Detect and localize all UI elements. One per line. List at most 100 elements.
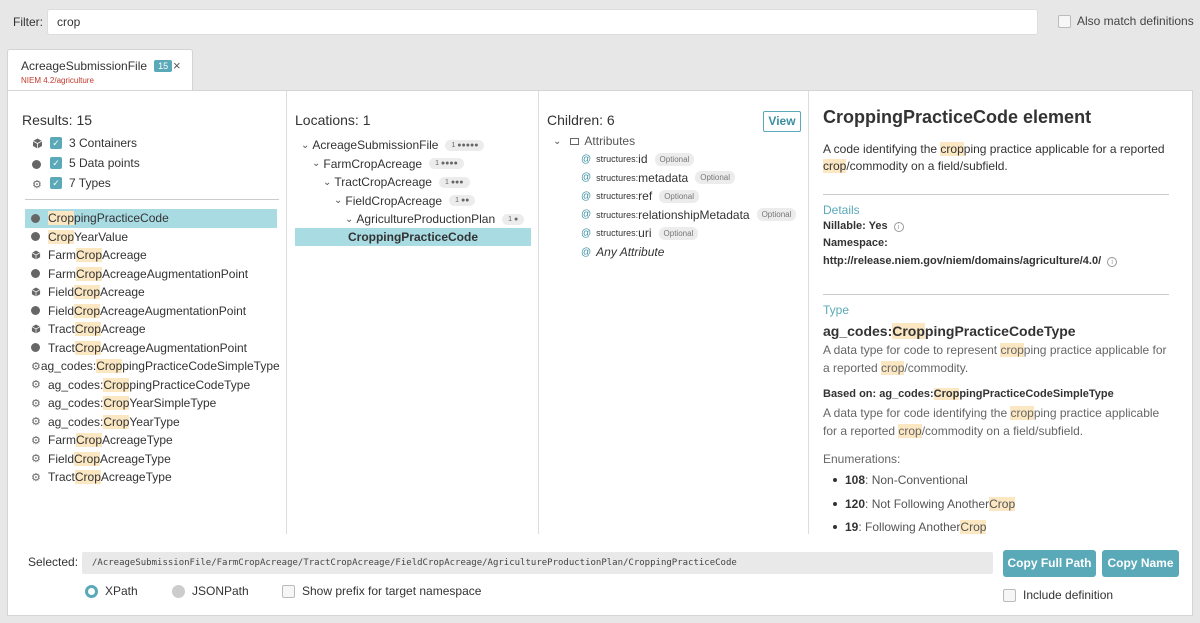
attributes-label: Attributes <box>584 134 636 148</box>
result-suffix: YearSimpleType <box>129 396 217 411</box>
result-item[interactable]: ⚙ ag_codes: Crop pingPracticeCodeType <box>25 376 277 395</box>
summary-types[interactable]: ⚙ ✓ 7 Types <box>32 176 111 191</box>
attribute-prefix: structures: <box>596 209 639 220</box>
attribute-icon: @ <box>581 190 592 202</box>
location-item[interactable]: ⌄ TractCropAcreage 1 ●●● <box>323 173 470 191</box>
gear-icon: ⚙ <box>31 434 41 447</box>
chevron-down-icon[interactable]: ⌄ <box>312 158 320 169</box>
result-suffix: YearValue <box>74 229 129 244</box>
radio-unselected[interactable] <box>172 584 185 598</box>
result-prefix: Tract <box>48 340 75 355</box>
attribute-item[interactable]: @ structures: ref Optional <box>581 187 699 205</box>
result-match: Crop <box>74 322 101 337</box>
filter-bar: Filter: Also match definitions <box>0 0 1200 44</box>
result-match: Crop <box>74 470 101 485</box>
chevron-down-icon[interactable]: ⌄ <box>301 140 309 151</box>
info-icon[interactable]: i <box>1107 257 1118 267</box>
result-suffix: Acreage <box>100 285 145 300</box>
also-match-definitions[interactable]: Also match definitions <box>1058 14 1194 28</box>
jsonpath-radio[interactable]: JSONPath <box>172 584 249 598</box>
attribute-name: uri <box>638 226 652 240</box>
attribute-item[interactable]: @ structures: id Optional <box>581 150 695 168</box>
attribute-icon: @ <box>581 246 592 258</box>
children-title: Children: 6 <box>547 112 615 128</box>
divider <box>823 194 1169 195</box>
show-prefix-checkbox[interactable] <box>282 584 295 598</box>
any-attribute[interactable]: @ Any Attribute <box>581 243 664 261</box>
location-count: 1 ● <box>502 213 525 225</box>
result-item[interactable]: ⚙ ag_codes: Crop YearType <box>25 413 277 432</box>
tab-acreage-submission-file[interactable]: AcreageSubmissionFile 15 NIEM 4.2/agricu… <box>7 49 193 91</box>
attribute-name: metadata <box>638 170 689 185</box>
result-item[interactable]: Tract Crop AcreageAugmentationPoint <box>25 339 277 358</box>
result-item[interactable]: Crop YearValue <box>25 228 277 247</box>
location-item[interactable]: ⌄ FieldCropAcreage 1 ●● <box>334 192 476 210</box>
detail-column: CroppingPracticeCode element A code iden… <box>809 91 1194 534</box>
enum-code: 120 <box>845 496 866 511</box>
view-button[interactable]: View <box>763 111 801 132</box>
include-definition-option[interactable]: Include definition <box>1003 588 1113 602</box>
attributes-group[interactable]: ⌄ Attributes <box>553 134 635 148</box>
location-item[interactable]: ⌄ AcreageSubmissionFile 1 ●●●●● <box>301 136 485 154</box>
xpath-radio[interactable]: XPath <box>85 584 138 598</box>
result-item[interactable]: Farm Crop Acreage <box>25 246 277 265</box>
type-name[interactable]: ag_codes:CroppingPracticeCodeType <box>823 323 1076 339</box>
close-icon[interactable]: × <box>173 58 181 73</box>
location-item[interactable]: ⌄ AgricultureProductionPlan 1 ● <box>345 210 525 228</box>
xpath-label: XPath <box>105 584 138 598</box>
based-on[interactable]: Based on: ag_codes:CroppingPracticeCodeS… <box>823 388 1114 400</box>
summary-containers[interactable]: ✓ 3 Containers <box>32 136 137 150</box>
include-definition-checkbox[interactable] <box>1003 588 1016 602</box>
result-suffix: AcreageType <box>100 470 172 485</box>
containers-checkbox[interactable]: ✓ <box>50 137 62 149</box>
gear-icon: ⚙ <box>31 471 41 484</box>
result-item[interactable]: ⚙ Farm Crop AcreageType <box>25 431 277 450</box>
chevron-down-icon[interactable]: ⌄ <box>323 177 331 188</box>
result-prefix: ag_codes: <box>48 377 104 392</box>
copy-full-path-button[interactable]: Copy Full Path <box>1003 550 1096 577</box>
attribute-item[interactable]: @ structures: metadata Optional <box>581 169 736 187</box>
optional-badge: Optional <box>658 226 699 240</box>
location-selected[interactable]: CroppingPracticeCode <box>295 228 531 246</box>
result-match: Crop <box>74 451 101 466</box>
attribute-prefix: structures: <box>596 191 639 201</box>
results-title: Results: 15 <box>22 112 93 128</box>
result-item[interactable]: Field Crop Acreage <box>25 283 277 302</box>
data-points-checkbox[interactable]: ✓ <box>50 157 62 169</box>
chevron-down-icon[interactable]: ⌄ <box>334 195 342 206</box>
location-item[interactable]: ⌄ FarmCropAcreage 1 ●●●● <box>312 155 464 173</box>
info-icon[interactable]: i <box>893 222 904 232</box>
result-item[interactable]: Field Crop AcreageAugmentationPoint <box>25 302 277 321</box>
also-match-checkbox[interactable] <box>1058 14 1071 28</box>
radio-selected[interactable] <box>85 584 98 598</box>
result-item[interactable]: Farm Crop AcreageAugmentationPoint <box>25 265 277 284</box>
result-prefix: Tract <box>48 470 75 485</box>
types-checkbox[interactable]: ✓ <box>50 177 62 189</box>
filter-input[interactable] <box>47 9 1038 35</box>
result-item[interactable]: Tract Crop Acreage <box>25 320 277 339</box>
summary-data-points[interactable]: ✓ 5 Data points <box>32 156 140 170</box>
result-item[interactable]: Crop pingPracticeCode <box>25 209 277 228</box>
attribute-prefix: structures: <box>596 172 639 183</box>
result-item[interactable]: ⚙ ag_codes: Crop pingPracticeCodeSimpleType <box>25 357 280 376</box>
copy-name-button[interactable]: Copy Name <box>1102 550 1179 577</box>
show-prefix-option[interactable]: Show prefix for target namespace <box>282 584 481 598</box>
tab-count-badge: 15 <box>154 60 173 72</box>
location-label: AcreageSubmissionFile <box>312 138 439 152</box>
result-item[interactable]: ⚙ ag_codes: Crop YearSimpleType <box>25 394 277 413</box>
selected-path[interactable]: /AcreageSubmissionFile/FarmCropAcreage/T… <box>82 552 993 574</box>
optional-badge: Optional <box>659 189 699 203</box>
result-match: Crop <box>48 211 75 226</box>
attribute-item[interactable]: @ structures: uri Optional <box>581 224 699 242</box>
result-item[interactable]: ⚙ Field Crop AcreageType <box>25 450 277 469</box>
namespace-value: http://release.niem.gov/niem/domains/agr… <box>823 255 1118 267</box>
chevron-down-icon[interactable]: ⌄ <box>345 214 353 225</box>
attributes-icon <box>570 137 580 145</box>
result-prefix: Tract <box>48 322 75 337</box>
enumeration-item: 120: Not Following Another Crop <box>833 496 1016 511</box>
results-column: Results: 15 ✓ 3 Containers ✓ 5 Data poin… <box>8 91 287 534</box>
enumeration-item: 108: Non-Conventional <box>833 473 968 487</box>
attribute-item[interactable]: @ structures: relationshipMetadata Optional <box>581 206 797 224</box>
main-panel: Results: 15 ✓ 3 Containers ✓ 5 Data poin… <box>7 90 1193 616</box>
result-item[interactable]: ⚙ Tract Crop AcreageType <box>25 468 277 487</box>
